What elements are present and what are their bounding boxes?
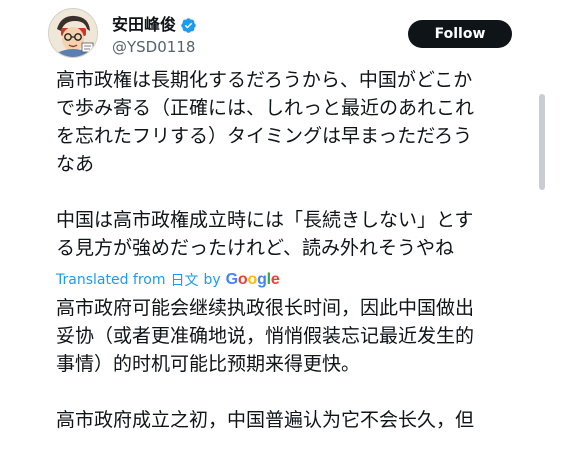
google-logo-letter: e — [270, 271, 280, 288]
tweet-header: 安田峰俊 @YSD0118 Follow — [0, 0, 576, 64]
source-language: 日文 — [170, 273, 199, 289]
google-logo-letter: G — [225, 271, 238, 288]
google-logo-letter: g — [257, 271, 267, 288]
user-handle[interactable]: @YSD0118 — [112, 38, 195, 56]
avatar[interactable] — [48, 8, 98, 58]
google-logo-letter: o — [237, 271, 248, 288]
display-name[interactable]: 安田峰俊 — [112, 15, 176, 35]
original-paragraph-1: 高市政権は長期化するだろうから、中国がどこか で歩み寄る（正確には、しれっと最近… — [56, 69, 475, 175]
verified-badge-icon — [180, 17, 197, 34]
tweet-body: 高市政権は長期化するだろうから、中国がどこか で歩み寄る（正確には、しれっと最近… — [56, 64, 532, 434]
name-row: 安田峰俊 — [112, 14, 197, 36]
translated-paragraph-1: 高市政府可能会继续执政很长时间，因此中国做出 妥协（或者更准确地说，悄悄假装忘记… — [56, 297, 475, 375]
original-paragraph-2: 中国は高市政権成立時には「長続きしない」とす る見方が強めだったけれど、読み外れ… — [56, 209, 474, 259]
translated-by-label: by — [203, 272, 221, 288]
avatar-illustration-icon — [49, 9, 97, 57]
google-logo: Google — [226, 271, 280, 289]
scrollbar-thumb[interactable] — [539, 94, 545, 190]
google-logo-letter: o — [247, 271, 258, 288]
translated-from-label: Translated from — [56, 272, 166, 288]
translation-attribution[interactable]: Translated from 日文 by Google — [56, 268, 532, 292]
follow-button[interactable]: Follow — [408, 20, 512, 48]
translated-paragraph-2: 高市政府成立之初，中国普遍认为它不会长久，但 — [56, 409, 475, 431]
